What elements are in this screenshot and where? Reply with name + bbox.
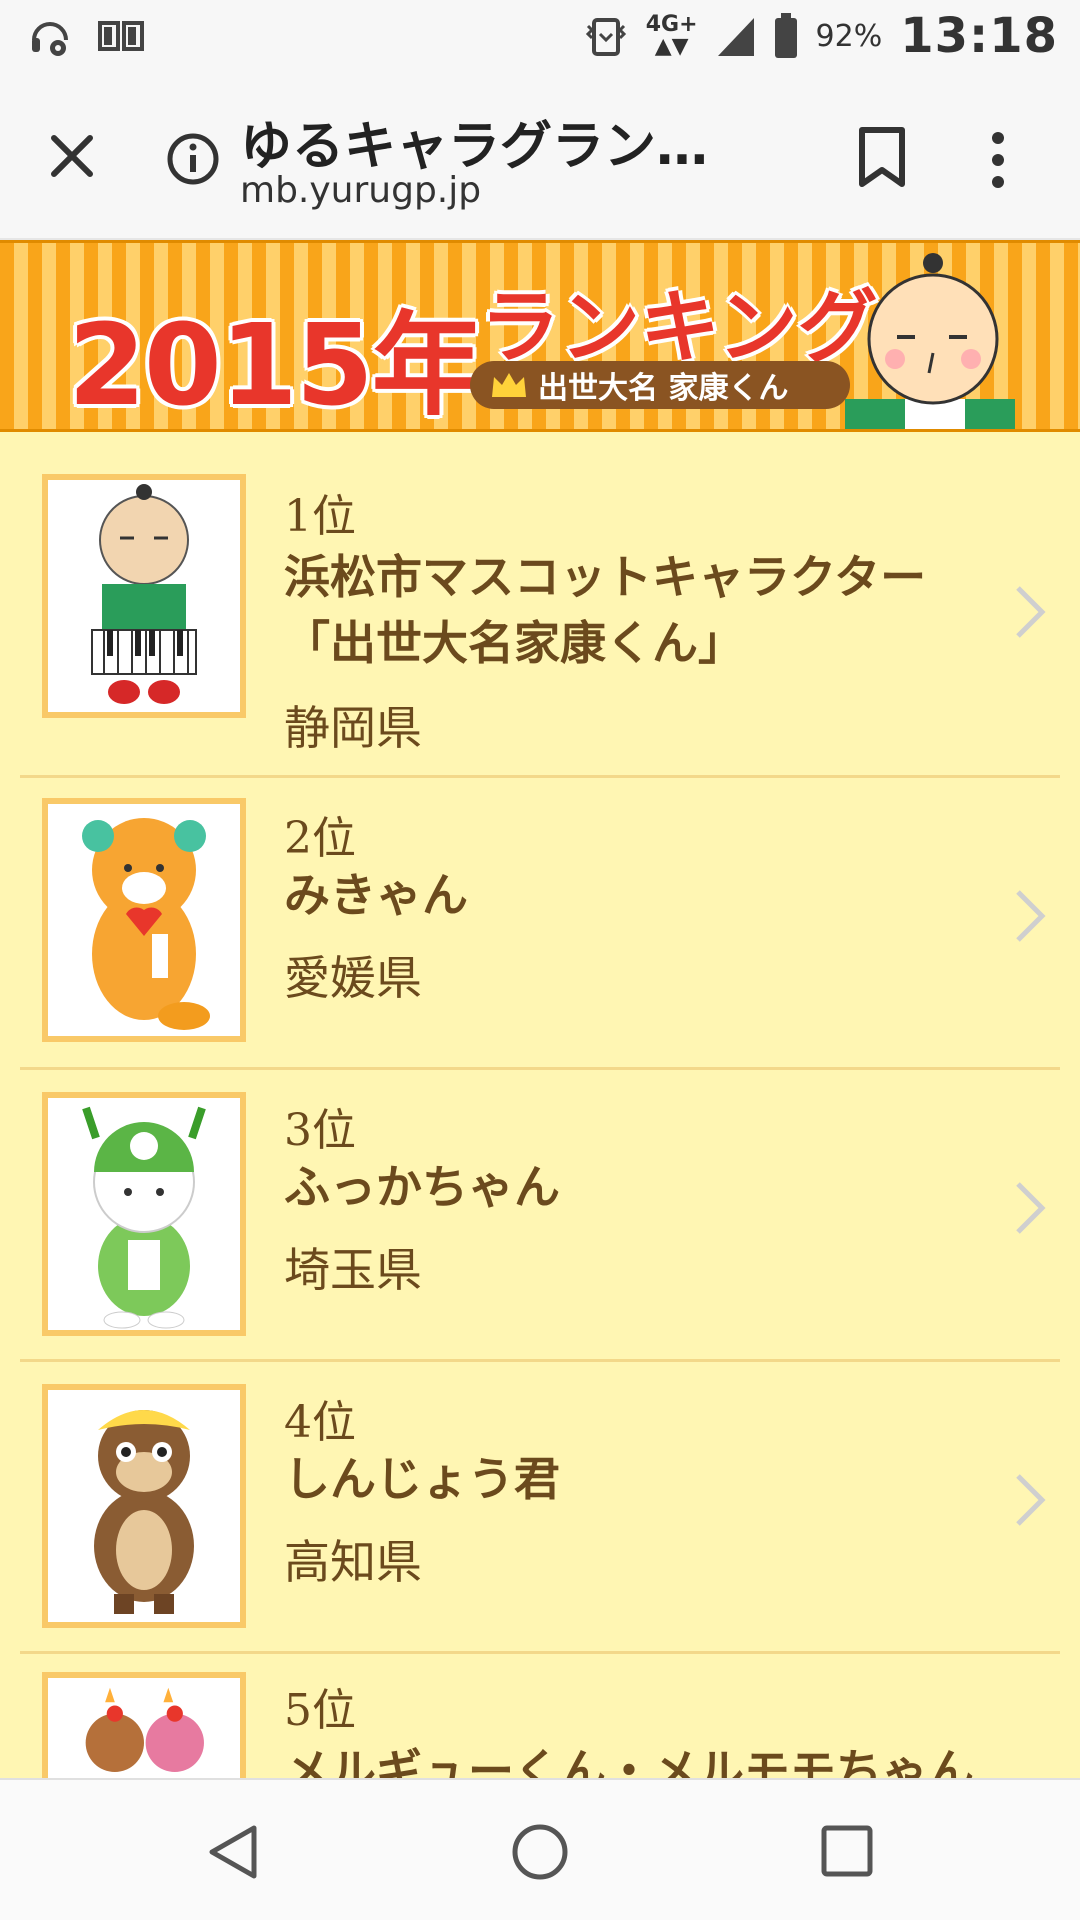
prefecture: 高知県 bbox=[284, 1535, 422, 1589]
character-thumbnail bbox=[42, 1672, 246, 1794]
character-thumbnail bbox=[42, 1384, 246, 1628]
info-icon[interactable] bbox=[166, 132, 220, 186]
home-icon[interactable] bbox=[510, 1822, 570, 1882]
bookmark-icon[interactable] bbox=[856, 126, 908, 188]
character-thumbnail bbox=[42, 798, 246, 1042]
status-bar: 4G+ ▲▼ 92% 13:18 bbox=[0, 0, 1080, 82]
headset-settings-icon bbox=[32, 22, 68, 56]
close-icon[interactable] bbox=[44, 128, 100, 184]
character-name-line1: 浜松市マスコットキャラクター bbox=[284, 550, 927, 604]
melgyu-melmomo-image bbox=[85, 1687, 204, 1772]
character-thumbnail bbox=[42, 474, 246, 718]
network-type: 4G+ ▲▼ bbox=[645, 12, 698, 59]
signal-icon bbox=[717, 18, 754, 56]
chevron-right-icon bbox=[1016, 586, 1046, 638]
chevron-right-icon bbox=[1016, 1474, 1046, 1526]
page-url[interactable]: mb.yurugp.jp bbox=[240, 170, 481, 211]
ranking-item[interactable]: 4位 しんじょう君 高知県 bbox=[20, 1362, 1060, 1654]
ranking-banner[interactable]: 2015年 ランキング 出世大名 家康くん bbox=[0, 240, 1080, 432]
rank-label: 1位 bbox=[284, 491, 356, 542]
prefecture: 静岡県 bbox=[284, 701, 422, 755]
prefecture: 愛媛県 bbox=[284, 951, 422, 1005]
rank-label: 4位 bbox=[284, 1397, 356, 1448]
ieyasu-image bbox=[91, 484, 197, 704]
rank-label: 2位 bbox=[284, 813, 356, 864]
crown-icon bbox=[492, 373, 526, 397]
more-options-icon[interactable] bbox=[986, 130, 1010, 190]
character-name: 浜松市マスコットキャラクター 「出世大名家康くん」 bbox=[284, 544, 1004, 676]
character-name: しんじょう君 bbox=[284, 1452, 560, 1506]
shinjokun-image bbox=[94, 1410, 194, 1614]
character-name-line2: 「出世大名家康くん」 bbox=[284, 616, 744, 670]
banner-ribbon-text: 出世大名 家康くん bbox=[538, 371, 789, 406]
banner-year: 2015年 bbox=[68, 301, 484, 431]
system-nav-bar bbox=[0, 1778, 1080, 1920]
ranking-item[interactable]: 1位 浜松市マスコットキャラクター 「出世大名家康くん」 静岡県 bbox=[20, 434, 1060, 778]
ranking-item[interactable]: 3位 ふっかちゃん 埼玉県 bbox=[20, 1070, 1060, 1362]
ranking-item[interactable]: 5位 メルギューくん・メルモモちゃん bbox=[20, 1654, 1060, 1794]
character-name: みきゃん bbox=[284, 868, 468, 922]
clock: 13:18 bbox=[900, 8, 1058, 64]
battery-icon bbox=[774, 13, 797, 58]
character-name: ふっかちゃん bbox=[284, 1160, 560, 1214]
rank-label: 3位 bbox=[284, 1105, 356, 1156]
mascot-illustration bbox=[845, 253, 1015, 429]
recent-apps-icon[interactable] bbox=[820, 1824, 874, 1878]
ranking-list: 1位 浜松市マスコットキャラクター 「出世大名家康くん」 静岡県 2位 みきゃん bbox=[20, 434, 1060, 1794]
fukkachan-image bbox=[82, 1106, 206, 1329]
chevron-right-icon bbox=[1016, 890, 1046, 942]
ranking-item[interactable]: 2位 みきゃん 愛媛県 bbox=[20, 778, 1060, 1070]
mikyan-image bbox=[82, 818, 210, 1030]
vibrate-icon bbox=[585, 18, 626, 56]
character-thumbnail bbox=[42, 1092, 246, 1336]
chevron-right-icon bbox=[1016, 1182, 1046, 1234]
browser-toolbar: ゆるキャラグラン… mb.yurugp.jp bbox=[0, 82, 1080, 240]
page-title[interactable]: ゆるキャラグラン… bbox=[240, 104, 708, 179]
rank-label: 5位 bbox=[284, 1685, 356, 1736]
banner-ribbon: 出世大名 家康くん bbox=[470, 361, 850, 409]
reader-icon bbox=[98, 21, 144, 51]
back-icon[interactable] bbox=[206, 1824, 260, 1880]
battery-percent: 92% bbox=[815, 18, 883, 54]
prefecture: 埼玉県 bbox=[284, 1243, 422, 1297]
